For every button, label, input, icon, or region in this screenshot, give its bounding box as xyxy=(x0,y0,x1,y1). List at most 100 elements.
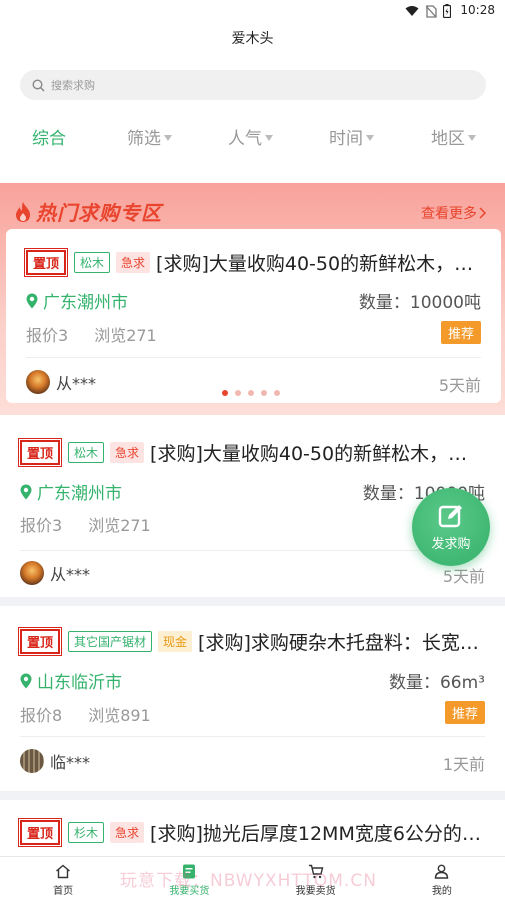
view-more-link[interactable]: 查看更多 xyxy=(421,203,487,223)
location: 广东潮州市 xyxy=(26,288,128,313)
tab-buy[interactable]: 我要买货 xyxy=(126,857,252,899)
avatar xyxy=(20,749,44,773)
filter-label: 地区 xyxy=(431,129,465,149)
poster-name: 从*** xyxy=(56,374,97,393)
search-input[interactable] xyxy=(51,78,451,92)
view-more-label: 查看更多 xyxy=(421,206,477,222)
urgent-tag: 急求 xyxy=(110,822,145,843)
card-title: [求购]大量收购40-50的新鲜松木，要求规格准 xyxy=(156,253,484,275)
search-bar[interactable] xyxy=(20,70,486,100)
tab-label: 我要卖货 xyxy=(295,886,336,897)
divider xyxy=(20,736,485,737)
hot-title-text: 热门求购专区 xyxy=(36,201,162,225)
list-item[interactable]: 置顶 其它国产锯材 现金 [求购]求购硬杂木托盘料：长宽厚规格 山东临沂市 数量… xyxy=(0,606,505,791)
wood-type-tag: 其它国产锯材 xyxy=(68,631,153,652)
carousel-indicator xyxy=(222,390,280,396)
card-stats: 报价3 浏览271 xyxy=(20,512,151,536)
tab-label: 首页 xyxy=(53,886,74,897)
location-pin-icon xyxy=(26,293,38,308)
tab-label: 我要买货 xyxy=(169,886,210,897)
hot-purchase-card[interactable]: 置顶 松木 急求 [求购]大量收购40-50的新鲜松木，要求规格准 广东潮州市 … xyxy=(6,229,501,403)
list-item[interactable]: 置顶 杉木 急求 [求购]抛光后厚度12MM宽度6公分的杉木 xyxy=(0,800,505,856)
section-gap xyxy=(0,791,505,800)
filter-region[interactable]: 地区 xyxy=(431,124,476,149)
quote-count: 报价3 xyxy=(26,326,69,345)
home-icon xyxy=(56,864,71,879)
dropdown-arrow-icon xyxy=(366,135,374,141)
chevron-right-icon xyxy=(479,207,487,219)
dropdown-arrow-icon xyxy=(164,135,172,141)
filter-popularity[interactable]: 人气 xyxy=(228,124,273,149)
post-time: 1天前 xyxy=(442,755,485,774)
location-text: 广东潮州市 xyxy=(37,484,122,504)
tab-profile[interactable]: 我的 xyxy=(379,857,505,899)
buy-doc-icon xyxy=(183,864,196,879)
recommend-badge: 推荐 xyxy=(440,321,481,344)
filter-label: 人气 xyxy=(228,129,262,149)
avatar xyxy=(20,561,44,585)
carousel-dot[interactable] xyxy=(248,390,254,396)
filter-time[interactable]: 时间 xyxy=(329,124,374,149)
pinned-badge: 置顶 xyxy=(17,818,63,847)
post-time: 5天前 xyxy=(442,567,485,586)
tab-sell[interactable]: 我要卖货 xyxy=(253,857,379,899)
search-icon xyxy=(32,78,45,92)
edit-icon xyxy=(438,504,462,527)
no-sim-icon xyxy=(425,4,437,18)
divider xyxy=(20,550,485,551)
section-gap xyxy=(0,597,505,606)
recommend-badge: 推荐 xyxy=(444,701,485,724)
divider xyxy=(26,357,481,358)
tab-home[interactable]: 首页 xyxy=(0,857,126,899)
wifi-icon xyxy=(405,6,419,16)
wood-type-tag: 松木 xyxy=(74,252,111,273)
quote-count: 报价8 xyxy=(20,706,63,725)
battery-icon xyxy=(443,4,451,18)
location: 山东临沂市 xyxy=(20,668,122,693)
view-count: 浏览271 xyxy=(94,326,157,345)
carousel-dot[interactable] xyxy=(222,390,228,396)
card-title: [求购]大量收购40-50的新鲜松木，要求规格准 xyxy=(150,443,486,465)
pinned-badge: 置顶 xyxy=(23,248,69,277)
carousel-dot[interactable] xyxy=(261,390,267,396)
card-title: [求购]求购硬杂木托盘料：长宽厚规格 xyxy=(198,632,486,654)
fab-label: 发求购 xyxy=(431,536,471,552)
post-time: 5天前 xyxy=(438,376,481,395)
wood-type-tag: 松木 xyxy=(68,442,105,463)
card-title: [求购]抛光后厚度12MM宽度6公分的杉木 xyxy=(150,823,486,845)
cash-tag: 现金 xyxy=(158,631,193,652)
status-time: 10:28 xyxy=(460,3,495,17)
card-stats: 报价3 浏览271 xyxy=(26,322,157,346)
post-purchase-button[interactable]: 发求购 xyxy=(412,488,490,566)
urgent-tag: 急求 xyxy=(116,252,151,273)
wood-type-tag: 杉木 xyxy=(68,822,105,843)
poster-name: 临*** xyxy=(50,753,91,772)
poster: 从*** xyxy=(26,370,96,394)
pinned-badge: 置顶 xyxy=(17,438,63,467)
fire-icon xyxy=(16,201,30,222)
carousel-dot[interactable] xyxy=(274,390,280,396)
location-text: 广东潮州市 xyxy=(43,293,128,313)
card-header: 置顶 杉木 急求 [求购]抛光后厚度12MM宽度6公分的杉木 xyxy=(17,818,486,847)
cart-icon xyxy=(308,864,324,879)
pinned-badge: 置顶 xyxy=(17,627,63,656)
poster: 临*** xyxy=(20,749,90,773)
quantity: 数量：66m³ xyxy=(388,673,485,693)
filter-comprehensive[interactable]: 综合 xyxy=(32,124,66,149)
filter-screen[interactable]: 筛选 xyxy=(127,124,172,149)
card-header: 置顶 其它国产锯材 现金 [求购]求购硬杂木托盘料：长宽厚规格 xyxy=(17,627,486,656)
status-bar: 10:28 xyxy=(0,0,505,22)
user-icon xyxy=(435,864,449,879)
quantity: 数量：10000吨 xyxy=(358,293,481,313)
tab-label: 我的 xyxy=(431,886,452,897)
filter-bar: 综合 筛选 人气 时间 地区 xyxy=(0,118,505,154)
carousel-dot[interactable] xyxy=(235,390,241,396)
card-header: 置顶 松木 急求 [求购]大量收购40-50的新鲜松木，要求规格准 xyxy=(23,248,484,277)
hot-section-title: 热门求购专区 xyxy=(14,197,162,226)
location-text: 山东临沂市 xyxy=(37,673,122,693)
view-count: 浏览271 xyxy=(88,516,151,535)
dropdown-arrow-icon xyxy=(265,135,273,141)
dropdown-arrow-icon xyxy=(468,135,476,141)
filter-label: 时间 xyxy=(329,129,363,149)
poster-name: 从*** xyxy=(50,565,91,584)
